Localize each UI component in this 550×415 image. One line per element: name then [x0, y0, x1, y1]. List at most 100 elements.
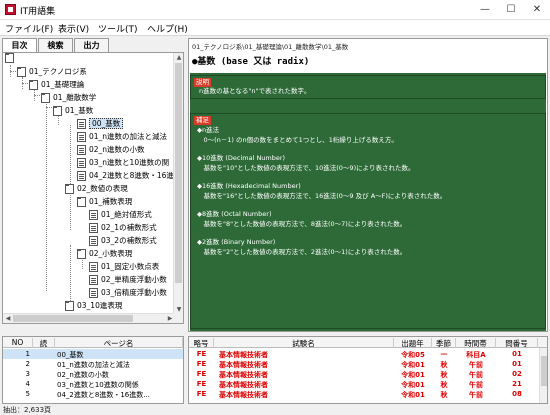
content-panel: 01_テクノロジ系\01_基礎理論\01_離散数学\01_基数 ●基数 (bas…: [188, 38, 548, 332]
tree-node-page[interactable]: 01_絶対値形式: [89, 209, 152, 221]
document-icon: [77, 144, 86, 155]
supplement-box: 補足 ◆n進法 0～(n－1) のn個の数をまとめて1つとし、1桁繰り上げる数え…: [190, 113, 546, 329]
supplement-line: 基数を"16"とした数値の表現方法で、16進法(0～9 及び A～F)により表さ…: [197, 192, 447, 200]
column-header-year[interactable]: 出題年: [394, 338, 432, 348]
column-header-page-name[interactable]: ページ名: [55, 338, 183, 348]
tree-node-number-repr[interactable]: 02_数値の表現: [65, 183, 128, 195]
table-row[interactable]: FE 基本情報技術者 令和01 秋午前 21: [189, 379, 539, 389]
document-icon: [89, 274, 98, 285]
supplement-line: ◆10進数 (Decimal Number): [197, 154, 286, 162]
supplement-line: ◆n進法: [197, 126, 220, 134]
supplement-line: ◆2進数 (Binary Number): [197, 238, 276, 246]
folder-icon: [29, 79, 38, 90]
table-row[interactable]: FE 基本情報技術者 令和05— 科目A 01: [189, 349, 539, 359]
scroll-left-icon[interactable]: ◀: [3, 314, 13, 323]
explanation-tag: 説明: [194, 78, 211, 87]
list-item[interactable]: 1 00_基数: [3, 349, 183, 359]
minimize-button[interactable]: —: [472, 0, 498, 20]
tab-output[interactable]: 出力: [74, 38, 109, 52]
tree-node-discrete-math[interactable]: 01_離散数学: [41, 92, 96, 104]
menu-help[interactable]: ヘルプ(H): [147, 22, 188, 35]
supplement-tag: 補足: [194, 116, 211, 125]
tree-view: 01_テクノロジ系 01_基礎理論 01_離散数学 01_基数 00_基数 01…: [3, 53, 175, 315]
tree-node-page[interactable]: 02_単精度浮動小数: [89, 274, 167, 286]
column-header-time[interactable]: 時間帯: [456, 338, 496, 348]
tree-node-root[interactable]: [5, 53, 17, 65]
folder-icon: [53, 105, 62, 116]
column-header-number[interactable]: 問番号: [496, 338, 538, 348]
window-title: IT用語集: [20, 7, 56, 17]
folder-icon: [65, 300, 74, 311]
page-title: ●基数 (base 又は radix): [192, 57, 310, 67]
column-header-abbr[interactable]: 略号: [189, 338, 214, 348]
explanation-box: 説明 n進数の基となる"n"で表された数字。: [190, 75, 546, 99]
document-icon: [89, 222, 98, 233]
tree-vertical-scrollbar[interactable]: ▲ ▼: [173, 53, 183, 315]
folder-icon: [77, 196, 86, 207]
tree-node-radix[interactable]: 01_基数: [53, 105, 93, 117]
menu-view[interactable]: 表示(V): [58, 22, 89, 35]
table-row[interactable]: FE 基本情報技術者 令和01 秋午前 01: [189, 359, 539, 369]
tree-node-page[interactable]: 03_倍精度浮動小数: [89, 287, 167, 299]
list-item[interactable]: 5 04_2進数と8進数・16進数...: [3, 389, 183, 399]
supplement-line: ◆8進数 (Octal Number): [197, 210, 272, 218]
scroll-thumb[interactable]: [13, 315, 133, 322]
column-header-season[interactable]: 季節: [432, 338, 456, 348]
tree-node-page[interactable]: 04_2進数と8進数・16進: [77, 170, 174, 182]
tree-node-page[interactable]: 02_n進数の小数: [77, 144, 145, 156]
document-icon: [89, 287, 98, 298]
title-bar: IT用語集 — ☐ ✕: [0, 0, 550, 20]
folder-icon: [41, 92, 50, 103]
tree-node-radix-page[interactable]: 00_基数: [77, 118, 124, 130]
tree-node-decimal[interactable]: 02_小数表現: [77, 248, 132, 260]
tree-node-page[interactable]: 02_1の補数形式: [89, 222, 157, 234]
document-icon: [77, 131, 86, 142]
table-row[interactable]: FE 基本情報技術者 令和01 秋午前 08: [189, 389, 539, 399]
column-header-reading[interactable]: 読: [33, 338, 55, 348]
folder-icon: [5, 53, 14, 63]
menu-file[interactable]: ファイル(F): [5, 22, 53, 35]
list-item[interactable]: 2 01_n進数の加法と減法: [3, 359, 183, 369]
page-list-header: NO 読 ページ名: [3, 337, 183, 348]
scroll-thumb[interactable]: [175, 63, 182, 283]
tree-pane[interactable]: 01_テクノロジ系 01_基礎理論 01_離散数学 01_基数 00_基数 01…: [2, 52, 184, 324]
list-item[interactable]: 3 02_n進数の小数: [3, 369, 183, 379]
tree-horizontal-scrollbar[interactable]: ◀ ▶: [3, 313, 175, 323]
supplement-line: 基数を"10"とした数値の表現方法で、10進法(0～9)により表された数。: [197, 164, 415, 172]
tab-contents[interactable]: 目次: [2, 38, 37, 53]
tree-node-decimal-repr[interactable]: 03_10進表現: [65, 300, 122, 312]
exam-list-scrollbar[interactable]: [539, 348, 547, 403]
supplement-line: ◆16進数 (Hexadecimal Number): [197, 182, 301, 190]
document-icon: [77, 157, 86, 168]
scroll-up-icon[interactable]: ▲: [174, 53, 183, 63]
exam-list-header: 略号 試験名 出題年 季節 時間帯 問番号: [189, 337, 547, 348]
supplement-line: 0～(n－1) のn個の数をまとめて1つとし、1桁繰り上げる数え方。: [197, 136, 398, 144]
list-item[interactable]: 4 03_n進数と10進数の関係: [3, 379, 183, 389]
close-button[interactable]: ✕: [524, 0, 550, 20]
folder-icon: [17, 66, 26, 77]
document-icon: [89, 261, 98, 272]
maximize-button[interactable]: ☐: [498, 0, 524, 20]
tree-node-page[interactable]: 03_2の補数形式: [89, 235, 157, 247]
exam-list: 略号 試験名 出題年 季節 時間帯 問番号 FE 基本情報技術者 令和05— 科目A 0…: [188, 336, 548, 404]
page-list: NO 読 ページ名 1 00_基数 2 01_n進数の加法と減法 3 02_n進数の小…: [2, 336, 184, 404]
supplement-line: 基数を"8"とした数値の表現方法で、8進法(0～7)により表された数。: [197, 220, 407, 228]
document-icon: [89, 209, 98, 220]
menu-tools[interactable]: ツール(T): [98, 22, 138, 35]
tree-node-basic-theory[interactable]: 01_基礎理論: [29, 79, 84, 91]
breadcrumb: 01_テクノロジ系\01_基礎理論\01_離散数学\01_基数: [192, 43, 349, 51]
column-header-no[interactable]: NO: [3, 338, 33, 348]
tree-node-technology[interactable]: 01_テクノロジ系: [17, 66, 87, 78]
status-bar: 抽出：2,633頁: [3, 406, 52, 414]
column-header-exam[interactable]: 試験名: [214, 338, 394, 348]
table-row[interactable]: FE 基本情報技術者 令和01 秋午前 02: [189, 369, 539, 379]
tree-node-complement[interactable]: 01_補数表現: [77, 196, 132, 208]
scroll-thumb[interactable]: [541, 356, 547, 386]
explanation-text: n進数の基となる"n"で表された数字。: [199, 87, 311, 95]
tree-node-page[interactable]: 01_n進数の加法と減法: [77, 131, 167, 143]
tree-node-page[interactable]: 03_n進数と10進数の関: [77, 157, 169, 169]
folder-icon: [77, 248, 86, 259]
app-icon: [5, 4, 16, 15]
tab-search[interactable]: 検索: [38, 38, 73, 52]
tree-node-page[interactable]: 01_固定小数点表: [89, 261, 159, 273]
